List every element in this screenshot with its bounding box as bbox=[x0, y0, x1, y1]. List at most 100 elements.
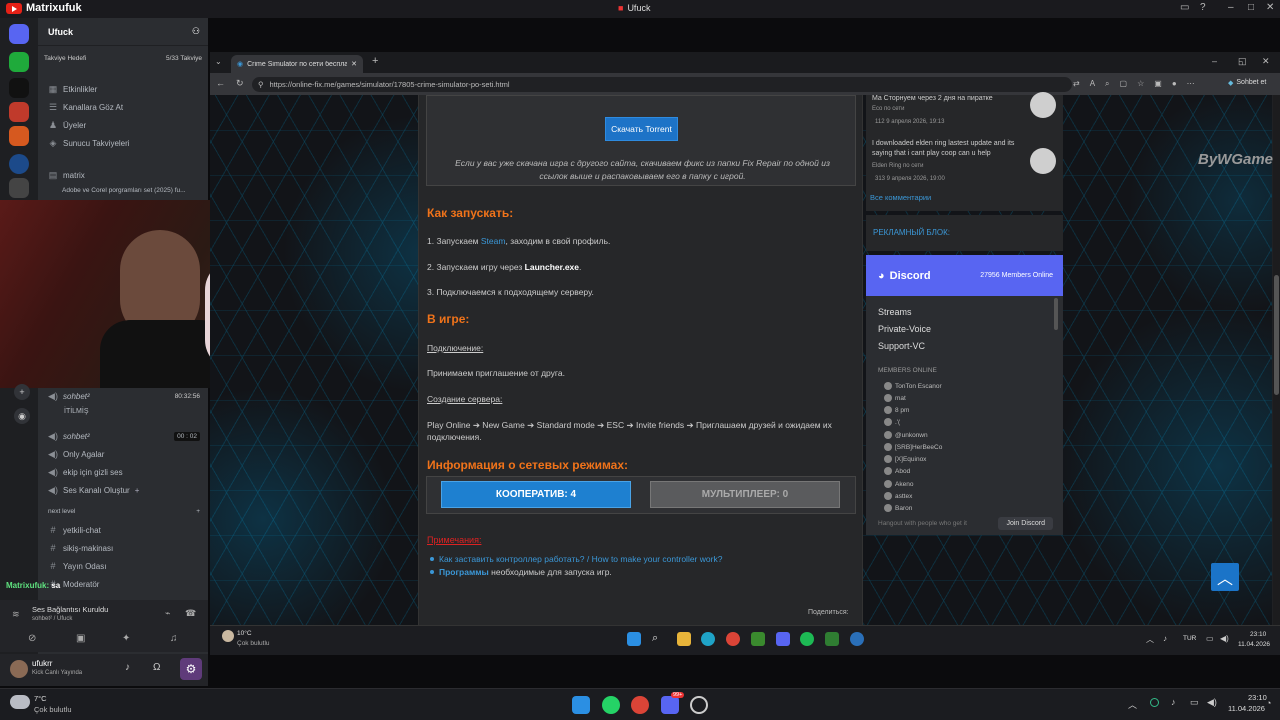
camera-off-icon[interactable]: ⊘ bbox=[28, 633, 36, 644]
noise-suppression-icon[interactable]: ⌁ bbox=[165, 608, 170, 619]
notification-icon[interactable]: ◔ bbox=[1266, 698, 1271, 708]
discord-taskbar-icon[interactable] bbox=[661, 696, 679, 714]
screen-share-icon[interactable]: ▣ bbox=[76, 633, 85, 644]
menu-events[interactable]: ▦ Etkinlikler bbox=[48, 84, 98, 95]
menu-browse-channels[interactable]: ☰ Kanallara Göz At bbox=[48, 102, 123, 113]
window-minimize[interactable]: – bbox=[1212, 56, 1217, 66]
channel-makinasi[interactable]: # sikiş-makinası bbox=[48, 543, 113, 553]
maximize-button[interactable]: □ bbox=[1248, 2, 1254, 13]
help-icon[interactable]: ? bbox=[1200, 2, 1206, 13]
translate-icon[interactable]: ⇄ bbox=[1073, 79, 1080, 89]
minecraft-icon[interactable] bbox=[751, 632, 765, 646]
server-header[interactable]: Ufuck ⚇ bbox=[38, 18, 208, 46]
voice-channel-sohbet-2[interactable]: ◀) sohbet² 00 : 02 bbox=[48, 431, 200, 442]
chrome-icon[interactable] bbox=[631, 696, 649, 714]
edge-icon[interactable] bbox=[701, 632, 715, 646]
headphones-icon[interactable]: Ω bbox=[153, 662, 160, 673]
server-icon[interactable] bbox=[9, 178, 29, 198]
tray-chevron-icon[interactable]: ︿ bbox=[1128, 698, 1137, 711]
category-next-level[interactable]: next level + bbox=[48, 508, 200, 515]
cloud-icon[interactable] bbox=[10, 695, 30, 709]
comment-game[interactable]: Elden Ring по сети bbox=[872, 163, 924, 169]
close-tab-icon[interactable]: ✕ bbox=[351, 60, 357, 68]
back-icon[interactable]: ← bbox=[216, 78, 225, 88]
network-icon[interactable]: ▭ bbox=[1190, 697, 1199, 708]
volume-icon[interactable]: ◀) bbox=[1207, 697, 1217, 708]
search-icon[interactable]: ⌕ bbox=[652, 632, 666, 646]
weather-icon[interactable] bbox=[222, 630, 234, 642]
discord-widget-header[interactable]: ◕ Discord 27956 Members Online bbox=[866, 255, 1063, 296]
collections-icon[interactable]: ▣ bbox=[1154, 79, 1162, 89]
window-restore[interactable]: ◱ bbox=[1238, 56, 1247, 67]
scrollbar-thumb[interactable] bbox=[1274, 275, 1279, 395]
steam-link[interactable]: Steam bbox=[481, 236, 506, 246]
voice-channel-sohbet[interactable]: ◀) sohbet² 80:32:56 bbox=[48, 391, 200, 402]
widget-scrollbar[interactable] bbox=[1054, 298, 1058, 330]
boost-progress[interactable]: Takviye Hedefi 5/33 Takviye bbox=[44, 50, 202, 66]
comment-text[interactable]: Ma Сторнуем через 2 дня на пиратке bbox=[872, 94, 1022, 104]
spotify-icon[interactable] bbox=[800, 632, 814, 646]
all-comments-link[interactable]: Все комментарии bbox=[870, 193, 931, 202]
extension-icon[interactable]: ▢ bbox=[1120, 79, 1128, 89]
menu-boosts[interactable]: ◈ Sunucu Takviyeleri bbox=[48, 138, 130, 149]
favorite-icon[interactable]: ☆ bbox=[1137, 79, 1144, 89]
more-icon[interactable]: ⋯ bbox=[1187, 79, 1195, 89]
discord-taskbar-icon[interactable] bbox=[776, 632, 790, 646]
voice-channel-only-agalar[interactable]: ◀) Only Agalar bbox=[48, 449, 104, 460]
soundboard-icon[interactable]: ♫ bbox=[170, 633, 178, 644]
tab-menu-icon[interactable]: ⌄ bbox=[215, 57, 222, 66]
profile-icon[interactable]: ● bbox=[1172, 79, 1177, 89]
channel-yayin-odasi[interactable]: # Yayın Odası bbox=[48, 561, 106, 571]
url-input[interactable]: ⚲ https://online-fix.me/games/simulator/1… bbox=[252, 77, 1072, 92]
comment-text[interactable]: I downloaded elden ring lastest update a… bbox=[872, 139, 1022, 159]
avatar[interactable] bbox=[10, 660, 28, 678]
tray-app-icon[interactable] bbox=[1150, 698, 1159, 707]
disconnect-icon[interactable]: ☎ bbox=[185, 608, 196, 619]
channel-matrix[interactable]: ▤ matrix bbox=[48, 170, 85, 181]
download-torrent-button[interactable]: Скачать Torrent bbox=[605, 117, 678, 141]
server-icon[interactable] bbox=[9, 52, 29, 72]
add-server-icon[interactable]: + bbox=[14, 384, 30, 400]
discover-icon[interactable]: ◉ bbox=[14, 408, 30, 424]
server-icon[interactable] bbox=[9, 126, 29, 146]
reload-icon[interactable]: ↻ bbox=[236, 78, 244, 89]
activity-icon[interactable]: ✦ bbox=[122, 633, 130, 644]
server-icon[interactable] bbox=[9, 154, 29, 174]
join-discord-button[interactable]: Join Discord bbox=[998, 516, 1053, 530]
microphone-icon[interactable]: ♪ bbox=[125, 662, 130, 673]
create-voice-channel[interactable]: ◀) Ses Kanalı Oluştur + bbox=[48, 485, 139, 496]
thread-item[interactable]: Adobe ve Corel porgramları set (2025) fu… bbox=[62, 187, 186, 194]
close-button[interactable]: ✕ bbox=[1266, 2, 1274, 13]
chrome-icon[interactable] bbox=[726, 632, 740, 646]
whatsapp-icon[interactable] bbox=[602, 696, 620, 714]
window-close[interactable]: ✕ bbox=[1262, 56, 1270, 67]
minimize-button[interactable]: – bbox=[1228, 2, 1234, 13]
programs-link[interactable]: Программы bbox=[439, 567, 489, 577]
server-icon[interactable] bbox=[9, 102, 29, 122]
voice-user[interactable]: İTİLMİŞ bbox=[64, 408, 89, 415]
menu-members[interactable]: ♟ Üyeler bbox=[48, 120, 86, 131]
tab-active[interactable]: ◉ Crime Simulator по сети бесплатн ✕ bbox=[231, 55, 363, 73]
plus-icon[interactable]: + bbox=[196, 508, 200, 515]
copilot-button[interactable]: ◆ Sohbet et bbox=[1228, 79, 1266, 87]
windows-start-icon[interactable] bbox=[627, 632, 641, 646]
read-aloud-icon[interactable]: A bbox=[1090, 79, 1095, 89]
settings-gear-icon[interactable]: ⚙ bbox=[180, 658, 202, 680]
tray-chevron-icon[interactable]: ︿ bbox=[1146, 634, 1154, 645]
mic-tray-icon[interactable]: ♪ bbox=[1163, 634, 1167, 643]
discord-home-icon[interactable] bbox=[9, 24, 29, 44]
controller-link[interactable]: Как заставить контроллер работать? / How… bbox=[439, 554, 722, 564]
file-explorer-icon[interactable] bbox=[677, 632, 691, 646]
volume-icon[interactable]: ◀) bbox=[1220, 634, 1229, 643]
mic-tray-icon[interactable]: ♪ bbox=[1171, 697, 1176, 707]
windows-start-icon[interactable] bbox=[572, 696, 590, 714]
obs-icon[interactable] bbox=[690, 696, 708, 714]
xbox-icon[interactable] bbox=[825, 632, 839, 646]
voice-channel-gizli[interactable]: ◀) ekip için gizli ses bbox=[48, 467, 123, 478]
app-icon[interactable] bbox=[850, 632, 864, 646]
signal-icon[interactable]: ≋ bbox=[12, 609, 20, 620]
zoom-icon[interactable]: ⌕ bbox=[1105, 79, 1109, 89]
page-scrollbar[interactable] bbox=[1273, 95, 1280, 625]
channel-yetkili-chat[interactable]: # yetkili-chat bbox=[48, 525, 100, 535]
scroll-to-top-button[interactable]: ︿ bbox=[1211, 563, 1239, 591]
